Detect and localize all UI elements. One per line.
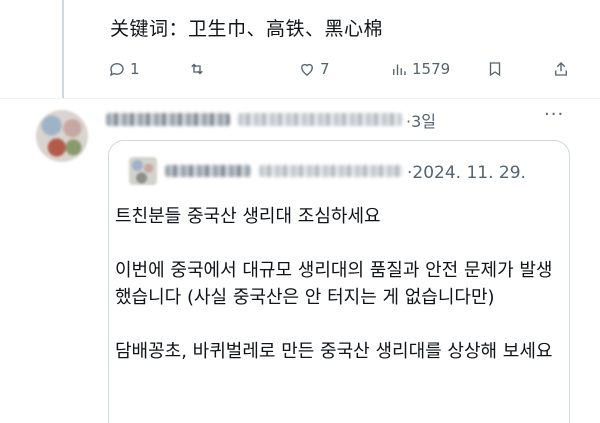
- tweet-text: 关键词：卫生巾、高铁、黑心棉: [110, 18, 384, 40]
- quoted-paragraph: 이번에 중국에서 대규모 생리대의 품질과 안전 문제가 발생했습니다 (사실 …: [115, 260, 553, 308]
- tweet-actions: 1 7 1579: [108, 56, 578, 82]
- views-button[interactable]: 1579: [390, 56, 450, 82]
- share-button[interactable]: [552, 56, 570, 82]
- retweet-icon: [191, 63, 203, 75]
- reply-icon: [109, 63, 124, 77]
- like-count: 7: [320, 60, 330, 78]
- user-display-name[interactable]: [106, 113, 230, 126]
- quoted-display-name[interactable]: [165, 165, 251, 177]
- quoted-date[interactable]: ·2024. 11. 29.: [407, 163, 526, 183]
- quoted-text: 트친분들 중국산 생리대 조심하세요 이번에 중국에서 대규모 생리대의 품질과…: [115, 203, 565, 392]
- timestamp[interactable]: ·3일: [406, 108, 436, 132]
- quoted-paragraph: 트친분들 중국산 생리대 조심하세요: [115, 206, 381, 227]
- retweet-button[interactable]: [188, 56, 210, 82]
- thread-line: [62, 0, 64, 98]
- quoted-avatar[interactable]: [129, 157, 157, 185]
- like-button[interactable]: 7: [298, 56, 330, 82]
- avatar[interactable]: [36, 110, 88, 162]
- bookmark-icon: [489, 62, 501, 77]
- more-options-icon[interactable]: ···: [544, 104, 564, 125]
- divider: [0, 98, 600, 99]
- reply-button[interactable]: 1: [108, 56, 140, 82]
- bookmark-button[interactable]: [486, 56, 504, 82]
- bar-chart-icon: [393, 64, 406, 75]
- quoted-tweet[interactable]: ·2024. 11. 29. 트친분들 중국산 생리대 조심하세요 이번에 중국…: [108, 140, 570, 423]
- share-icon: [555, 62, 567, 76]
- heart-icon: [301, 63, 313, 76]
- reply-count: 1: [130, 60, 140, 78]
- view-count: 1579: [412, 60, 451, 78]
- user-handle[interactable]: [238, 113, 402, 126]
- quoted-handle[interactable]: [259, 165, 403, 177]
- quoted-paragraph: 담배꽁초, 바퀴벌레로 만든 중국산 생리대를 상상해 보세요: [115, 341, 553, 362]
